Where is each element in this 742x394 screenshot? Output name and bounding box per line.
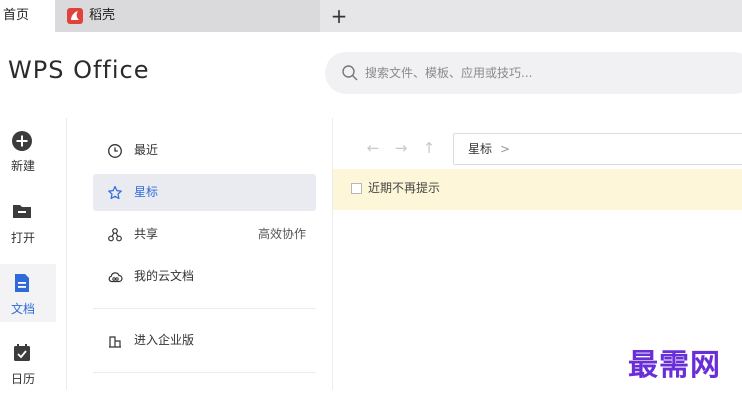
rail-new[interactable]: 新建 bbox=[0, 124, 56, 182]
cloud-icon bbox=[108, 272, 123, 283]
star-icon bbox=[108, 185, 122, 200]
nav-recent-label: 最近 bbox=[134, 143, 159, 157]
nav-item-cloud[interactable]: 我的云文档 bbox=[93, 258, 316, 295]
nav-shared-label: 共享 bbox=[134, 227, 159, 241]
brand-logo: WPS Office bbox=[8, 56, 150, 84]
tab-home-label: 首页 bbox=[3, 8, 30, 23]
tab-home[interactable]: 首页 bbox=[0, 0, 55, 32]
rail-open-label: 打开 bbox=[10, 231, 35, 245]
docer-logo-icon bbox=[67, 8, 83, 24]
nav-divider bbox=[93, 308, 316, 309]
nav-item-shared[interactable]: 共享 高效协作 bbox=[93, 216, 316, 253]
new-tab-button[interactable]: + bbox=[328, 0, 350, 32]
nav-item-recent[interactable]: 最近 bbox=[93, 132, 316, 169]
nav-divider-bottom bbox=[93, 372, 316, 373]
banner-text: 近期不再提示 bbox=[368, 181, 441, 195]
tab-docer[interactable]: 稻壳 bbox=[55, 0, 320, 32]
back-button[interactable]: ← bbox=[364, 138, 382, 158]
nav-starred-label: 星标 bbox=[134, 185, 159, 199]
rail-calendar[interactable]: 日历 bbox=[0, 336, 56, 394]
nav-item-starred[interactable]: 星标 bbox=[93, 174, 316, 211]
rail-open[interactable]: 打开 bbox=[0, 194, 56, 252]
nav-shared-extra-link[interactable]: 高效协作 bbox=[258, 216, 306, 253]
rail-divider bbox=[66, 118, 67, 390]
rail-documents-label: 文档 bbox=[10, 302, 35, 316]
search-bar[interactable] bbox=[325, 52, 742, 94]
watermark: 最需网 bbox=[628, 348, 721, 383]
document-icon bbox=[15, 274, 29, 292]
search-icon bbox=[342, 65, 358, 81]
up-button[interactable]: ↑ bbox=[420, 138, 438, 158]
plus-circle-icon bbox=[12, 131, 32, 151]
rail-documents[interactable]: 文档 bbox=[0, 264, 56, 322]
notice-banner: 近期不再提示 bbox=[333, 169, 742, 210]
tab-docer-label: 稻壳 bbox=[89, 8, 116, 23]
rail-new-label: 新建 bbox=[10, 159, 35, 173]
forward-button[interactable]: → bbox=[392, 138, 410, 158]
nav-item-enterprise[interactable]: 进入企业版 bbox=[93, 322, 316, 359]
dont-show-checkbox[interactable] bbox=[351, 183, 362, 194]
enterprise-icon bbox=[109, 336, 121, 348]
calendar-icon bbox=[14, 344, 30, 361]
folder-icon bbox=[13, 205, 31, 218]
nav-content-divider bbox=[332, 118, 333, 390]
breadcrumb[interactable]: 星标 > bbox=[453, 133, 742, 165]
clock-icon bbox=[108, 144, 122, 158]
breadcrumb-current: 星标 bbox=[468, 142, 493, 156]
search-input[interactable] bbox=[365, 52, 735, 94]
nav-cloud-label: 我的云文档 bbox=[134, 269, 195, 283]
rail-calendar-label: 日历 bbox=[10, 372, 35, 386]
chevron-right-icon: > bbox=[500, 142, 511, 156]
share-nodes-icon bbox=[108, 228, 122, 242]
tab-bar: 首页 稻壳 + bbox=[0, 0, 742, 32]
nav-enterprise-label: 进入企业版 bbox=[134, 333, 195, 347]
